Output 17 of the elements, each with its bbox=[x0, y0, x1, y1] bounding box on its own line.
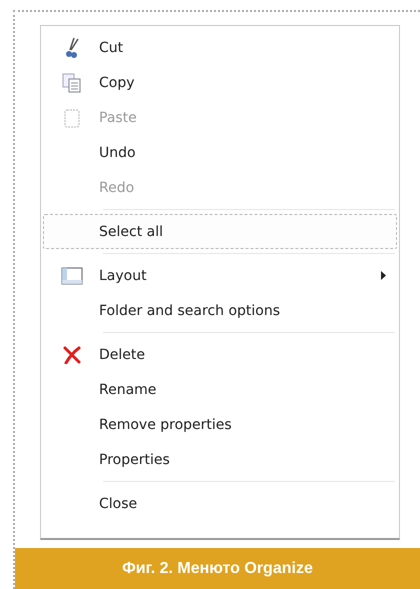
menu-item[interactable]: Folder and search options bbox=[43, 293, 397, 328]
menu-item[interactable]: Close bbox=[43, 486, 397, 521]
copy-icon bbox=[62, 72, 82, 92]
menu-item[interactable]: Select all bbox=[43, 214, 397, 249]
clipboard-icon bbox=[64, 108, 80, 128]
figure-caption: Фиг. 2. Менюто Organize bbox=[122, 560, 313, 578]
menu-item[interactable]: Layout bbox=[43, 258, 397, 293]
scissors-icon bbox=[64, 36, 80, 58]
menu-item[interactable]: Cut bbox=[43, 30, 397, 65]
delete-icon bbox=[62, 346, 80, 364]
layout-icon bbox=[60, 266, 82, 284]
menu-item[interactable]: Undo bbox=[43, 135, 397, 170]
menu-item[interactable]: Copy bbox=[43, 65, 397, 100]
menu-item[interactable]: Delete bbox=[43, 337, 397, 372]
menu-item[interactable]: Properties bbox=[43, 442, 397, 477]
menu-item[interactable]: Remove properties bbox=[43, 407, 397, 442]
menu-item[interactable]: Rename bbox=[43, 372, 397, 407]
